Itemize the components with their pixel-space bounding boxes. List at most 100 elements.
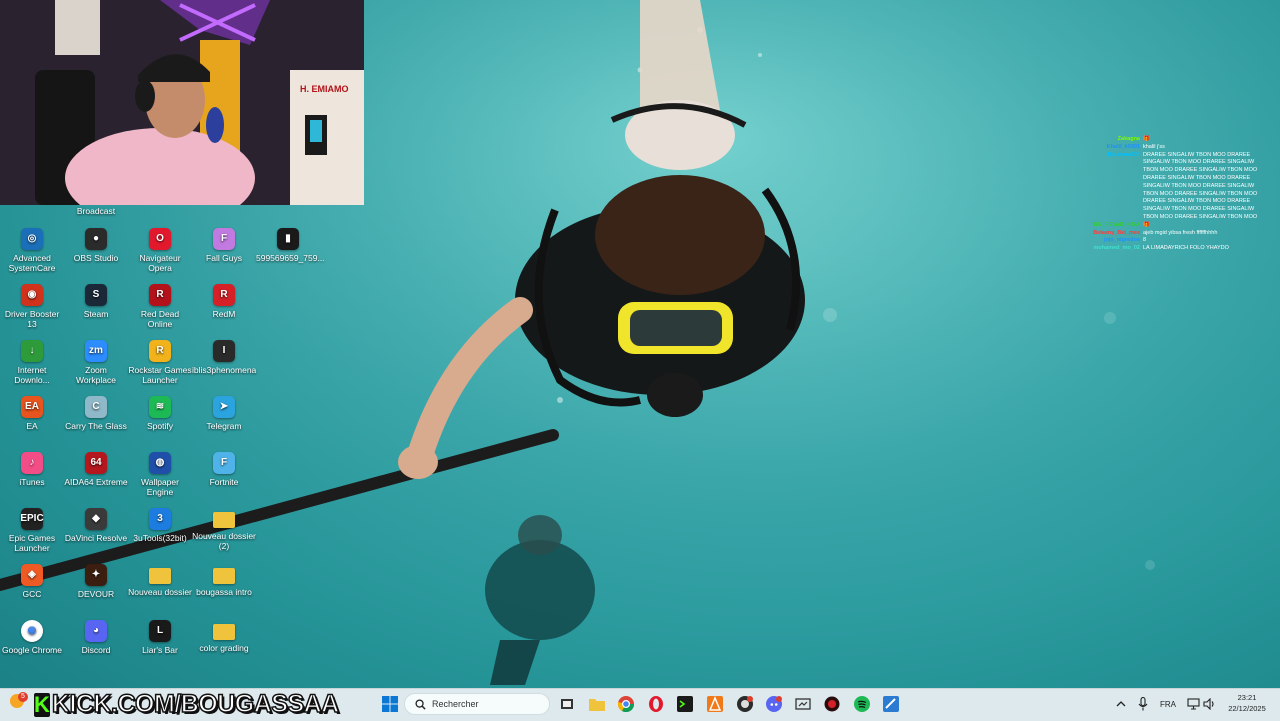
desktop-icon-liars-bar[interactable]: L Liar's Bar <box>128 620 192 655</box>
desktop-icon-opera[interactable]: O Navigateur Opera <box>128 228 192 273</box>
desktop-icon-folder[interactable]: Nouveau dossier <box>128 564 192 597</box>
desktop-icon-label: Epic Games Launcher <box>8 533 56 553</box>
desktop-icon-obs-studio[interactable]: ● OBS Studio <box>64 228 128 263</box>
desktop-icon-redm[interactable]: R RedM <box>192 284 256 319</box>
taskbar-search[interactable] <box>404 693 550 715</box>
task-view-icon <box>561 699 573 709</box>
chat-text: ajeb mgid yibsa fresh ffffffhhhh <box>1143 229 1218 236</box>
clock-time: 23:21 <box>1237 693 1257 702</box>
desktop-icon-telegram[interactable]: ➤ Telegram <box>192 396 256 431</box>
discord-icon <box>766 696 782 712</box>
chat-text: 🎁 <box>1143 136 1150 142</box>
desktop-icon-label: bougassa intro <box>196 587 252 597</box>
chat-text: LA LIMADAYRICH FOLO YHAYDO <box>1143 245 1229 252</box>
desktop-icon-label: Zoom Workplace <box>76 365 116 385</box>
chat-message: BG_REVAD_NIRA 🎁 <box>1080 222 1270 230</box>
obs-studio-icon: ● <box>85 228 107 250</box>
desktop-icon-carry-the-glass[interactable]: C Carry The Glass <box>64 396 128 431</box>
desktop-icon-itunes[interactable]: ♪ iTunes <box>0 452 64 487</box>
desktop-icon-driver-booster[interactable]: ◉ Driver Booster 13 <box>0 284 64 329</box>
task-view-button[interactable] <box>555 692 579 716</box>
app-taskbar-button-3[interactable] <box>820 692 844 716</box>
discord-taskbar-button[interactable] <box>762 692 786 716</box>
devour-icon: ✦ <box>85 564 107 586</box>
desktop-icon-epic-games[interactable]: EPIC Epic Games Launcher <box>0 508 64 553</box>
app-taskbar-button-4[interactable] <box>879 692 903 716</box>
driver-booster-icon: ◉ <box>21 284 43 306</box>
redm-icon: R <box>213 284 235 306</box>
desktop-icon-fortnite[interactable]: F Fortnite <box>192 452 256 487</box>
desktop-icon-advanced-systemcare[interactable]: ◎ Advanced SystemCare <box>0 228 64 273</box>
folder-icon <box>213 568 235 584</box>
chat-message: Zakagna 🎁 <box>1080 136 1270 144</box>
desktop-icon-folder[interactable]: color grading <box>192 620 256 653</box>
app-taskbar-button-2[interactable] <box>791 692 815 716</box>
desktop-icon-label: DaVinci Resolve <box>64 533 128 543</box>
desktop-icon-iblis[interactable]: Iiblis3phenomena <box>192 340 256 375</box>
volume-button[interactable] <box>1197 692 1221 716</box>
desktop-icon-label: Nouveau dossier (2) <box>192 531 256 551</box>
search-input[interactable] <box>432 699 542 709</box>
tray-overflow-button[interactable] <box>1109 692 1133 716</box>
chrome-taskbar-button[interactable] <box>614 692 638 716</box>
chat-username: BG_REVAD_NIRA <box>1093 221 1140 228</box>
spotify-taskbar-button[interactable] <box>850 692 874 716</box>
rockstar-icon: R <box>149 340 171 362</box>
desktop-icon-internet-download-manager[interactable]: ↓ Internet Downlo... <box>0 340 64 385</box>
desktop-icon-discord[interactable]: ◕ Discord <box>64 620 128 655</box>
chat-text: khalil j'ss <box>1143 143 1165 150</box>
desktop-icon-ea[interactable]: EA EA <box>0 396 64 431</box>
file-explorer-button[interactable] <box>585 692 609 716</box>
red-app-icon <box>824 696 840 712</box>
wallpaper-engine-icon: ◍ <box>149 452 171 474</box>
terminal-icon <box>677 696 693 712</box>
desktop-icon-folder[interactable]: bougassa intro <box>192 564 256 597</box>
chat-overlay: Zakagna 🎁 Khalil_k0301 khalil j'ss Ratanam72… <box>1080 136 1270 253</box>
aida64-icon: 64 <box>85 452 107 474</box>
desktop-icon-label: Google Chrome <box>1 645 62 655</box>
terminal-taskbar-button[interactable] <box>673 692 697 716</box>
obs-taskbar-button[interactable] <box>733 692 757 716</box>
desktop-icon-label: Rockstar Games Launcher <box>128 365 192 385</box>
desktop-icon-wallpaper-engine[interactable]: ◍ Wallpaper Engine <box>128 452 192 497</box>
desktop-icon-steam[interactable]: S Steam <box>64 284 128 319</box>
internet-download-manager-icon: ↓ <box>21 340 43 362</box>
desktop-icon-devour[interactable]: ✦ DEVOUR <box>64 564 128 599</box>
start-button[interactable] <box>378 692 402 716</box>
desktop-icon-3utools[interactable]: 3 3uTools(32bit) <box>128 508 192 543</box>
chat-message: Belaeny_Bel_mes ajeb mgid yibsa fresh fff… <box>1080 230 1270 238</box>
gcc-icon: ◈ <box>21 564 43 586</box>
chat-username: Zakagna <box>1117 136 1140 142</box>
kick-banner: K KICK.COM/BOUGASSAA <box>0 689 340 720</box>
desktop-icon-label: EA <box>26 421 38 431</box>
desktop-icon-fall-guys[interactable]: F Fall Guys <box>192 228 256 263</box>
clock-date: 22/12/2025 <box>1228 704 1266 713</box>
webcam-feed: H. EMIAMO <box>0 0 364 205</box>
desktop-icon-gcc[interactable]: ◈ GCC <box>0 564 64 599</box>
fortnite-icon: F <box>213 452 235 474</box>
microphone-button[interactable] <box>1131 692 1155 716</box>
desktop-icon-label: Liar's Bar <box>142 645 178 655</box>
desktop-icon-spotify[interactable]: ≋ Spotify <box>128 396 192 431</box>
language-indicator[interactable]: FRA <box>1160 700 1176 709</box>
chat-username: mohamed_mo_02 <box>1093 245 1140 252</box>
desktop-icon-video-file[interactable]: ▮ 599569659_759... <box>256 228 325 263</box>
3utools-icon: 3 <box>149 508 171 530</box>
spotify-icon: ≋ <box>149 396 171 418</box>
epic-games-icon: EPIC <box>20 508 44 530</box>
desktop-icon-folder[interactable]: Nouveau dossier (2) <box>192 508 256 551</box>
desktop-icon-rockstar[interactable]: R Rockstar Games Launcher <box>128 340 192 385</box>
desktop-icon-zoom[interactable]: zm Zoom Workplace <box>64 340 128 385</box>
carry-the-glass-icon: C <box>85 396 107 418</box>
kick-url-text: KICK.COM/BOUGASSAA <box>51 689 340 719</box>
chat-text: DRAREE SINGALIW TBON MOO DRAREE SINGALIW… <box>1143 151 1258 220</box>
desktop-icon-chrome[interactable]: ◉ Google Chrome <box>0 620 64 655</box>
desktop-icon-davinci-resolve[interactable]: ◆ DaVinci Resolve <box>64 508 128 543</box>
desktop-icon-red-dead-online[interactable]: R Red Dead Online <box>128 284 192 329</box>
taskbar-clock[interactable]: 23:21 22/12/2025 <box>1222 692 1272 714</box>
obs-icon <box>737 696 753 712</box>
app-taskbar-button[interactable] <box>703 692 727 716</box>
opera-taskbar-button[interactable] <box>644 692 668 716</box>
blue-app-icon <box>883 696 899 712</box>
desktop-icon-aida64[interactable]: 64 AIDA64 Extreme <box>64 452 128 487</box>
